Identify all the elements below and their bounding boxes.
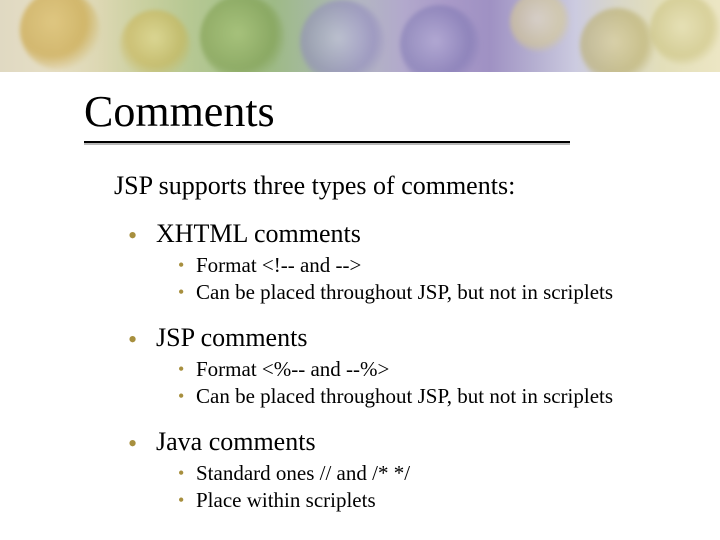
section-heading: JSP comments xyxy=(156,323,307,352)
point-list: Format <!-- and --> Can be placed throug… xyxy=(178,253,674,307)
page-title: Comments xyxy=(84,86,720,137)
point-text: Format <!-- and --> xyxy=(196,253,361,277)
list-item: Standard ones // and /* */ xyxy=(178,461,674,488)
slide: Comments JSP supports three types of com… xyxy=(0,0,720,540)
title-underline xyxy=(84,141,570,143)
list-item: Format <%-- and --%> xyxy=(178,357,674,384)
flower-blob-icon xyxy=(510,0,570,52)
list-item: Can be placed throughout JSP, but not in… xyxy=(178,384,674,411)
list-item: Can be placed throughout JSP, but not in… xyxy=(178,280,674,307)
point-text: Standard ones // and /* */ xyxy=(196,461,410,485)
section-heading: XHTML comments xyxy=(156,219,361,248)
decorative-banner xyxy=(0,0,720,72)
list-item: Format <!-- and --> xyxy=(178,253,674,280)
leaf-blob-icon xyxy=(200,0,285,72)
point-list: Standard ones // and /* */ Place within … xyxy=(178,461,674,515)
list-item: Place within scriplets xyxy=(178,488,674,515)
point-text: Format <%-- and --%> xyxy=(196,357,389,381)
flower-blob-icon xyxy=(20,0,100,70)
list-item: Java comments Standard ones // and /* */… xyxy=(128,427,674,531)
section-heading: Java comments xyxy=(156,427,316,456)
flower-blob-icon xyxy=(300,0,385,72)
flower-blob-icon xyxy=(400,5,480,72)
point-text: Place within scriplets xyxy=(196,488,376,512)
lead-text: JSP supports three types of comments: xyxy=(114,171,674,201)
flower-blob-icon xyxy=(650,0,720,65)
flower-blob-icon xyxy=(120,10,190,72)
flower-blob-icon xyxy=(580,8,655,72)
point-text: Can be placed throughout JSP, but not in… xyxy=(196,384,613,408)
point-list: Format <%-- and --%> Can be placed throu… xyxy=(178,357,674,411)
body: JSP supports three types of comments: XH… xyxy=(114,171,674,531)
list-item: JSP comments Format <%-- and --%> Can be… xyxy=(128,323,674,427)
point-text: Can be placed throughout JSP, but not in… xyxy=(196,280,613,304)
list-item: XHTML comments Format <!-- and --> Can b… xyxy=(128,219,674,323)
section-list: XHTML comments Format <!-- and --> Can b… xyxy=(128,219,674,531)
